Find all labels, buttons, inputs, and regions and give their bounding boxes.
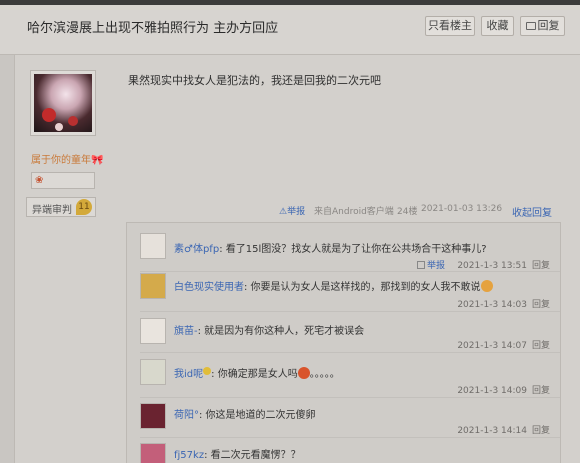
badge-icon: ❀: [35, 175, 44, 186]
warning-icon: ⚠: [279, 207, 288, 217]
fold-replies-link[interactable]: 收起回复: [512, 204, 552, 219]
reply-report-link[interactable]: 举报: [417, 258, 445, 271]
reply-link[interactable]: 回复: [532, 261, 550, 271]
reply-link[interactable]: 回复: [532, 341, 550, 351]
thread-header: 哈尔滨漫展上出现不雅拍照行为 主办方回应 只看楼主 收藏 回复: [0, 5, 580, 55]
angry-emoji-icon: [297, 367, 310, 379]
reply-icon: [525, 22, 536, 30]
user-icon-badge[interactable]: ❀: [31, 172, 95, 189]
reply-link[interactable]: 回复: [532, 426, 550, 436]
reply-meta: 2021-1-3 14:03 回复: [457, 300, 550, 310]
reply-button[interactable]: 回复: [520, 16, 565, 36]
reply-meta: 2021-1-3 14:07 回复: [457, 341, 550, 351]
only-author-button[interactable]: 只看楼主: [425, 16, 475, 36]
author-avatar[interactable]: [30, 70, 96, 136]
reply-divider: [140, 352, 560, 353]
reply-username[interactable]: 白色现实使用者: [174, 282, 244, 293]
post-client[interactable]: 来自Android客户端: [314, 204, 394, 217]
level-badge[interactable]: 异端审判 11: [26, 197, 96, 217]
post-time: 2021-01-03 13:26: [421, 204, 503, 214]
reply-list: 素♂体pfp: 看了15l图没？找女人就是为了让你在公共场合干这种事儿? 举报 …: [126, 222, 561, 463]
reply-username[interactable]: 旗苗-: [174, 326, 198, 337]
laughing-emoji-icon: [480, 280, 493, 292]
report-icon: [417, 261, 425, 269]
badge-emoji-icon: [203, 367, 212, 375]
reply-text: 我id呢: 你确定那是女人吗。。。。。: [174, 367, 340, 380]
reply-text: 荷阳°: 你这是地道的二次元傻卵: [174, 410, 316, 421]
reply-button-label: 回复: [537, 19, 560, 32]
reply-meta: 2021-1-3 13:51 回复: [457, 261, 550, 271]
reply-link[interactable]: 回复: [532, 386, 550, 396]
reply-avatar[interactable]: [140, 318, 166, 344]
reply-divider: [140, 397, 560, 398]
thread-title: 哈尔滨漫展上出现不雅拍照行为 主办方回应: [27, 21, 279, 36]
level-label: 异端审判: [32, 205, 72, 216]
reply-username[interactable]: fj57kz: [174, 450, 204, 461]
reply-username[interactable]: 荷阳°: [174, 410, 199, 421]
reply-username[interactable]: 我id呢: [174, 367, 212, 380]
reply-avatar[interactable]: [140, 273, 166, 299]
reply-meta: 2021-1-3 14:09 回复: [457, 386, 550, 396]
reply-avatar[interactable]: [140, 403, 166, 429]
author-name[interactable]: 属于你的童年🎀: [31, 151, 103, 166]
reply-text: 素♂体pfp: 看了15l图没？找女人就是为了让你在公共场合干这种事儿?: [174, 244, 487, 255]
post-floor: 24楼: [397, 207, 418, 217]
reply-text: 旗苗-: 就是因为有你这种人，死宅才被误会: [174, 326, 365, 337]
favorite-button[interactable]: 收藏: [481, 16, 514, 36]
reply-divider: [140, 437, 560, 438]
reply-meta: 2021-1-3 14:14 回复: [457, 426, 550, 436]
reply-link[interactable]: 回复: [532, 300, 550, 310]
post-content: 果然现实中找女人是犯法的，我还是回我的二次元吧: [128, 74, 381, 87]
report-link[interactable]: ⚠举报: [279, 204, 305, 217]
reply-avatar[interactable]: [140, 233, 166, 259]
reply-divider: [140, 311, 560, 312]
reply-avatar[interactable]: [140, 443, 166, 463]
reply-username[interactable]: 素♂体pfp: [174, 244, 219, 255]
level-number: 11: [76, 199, 92, 215]
reply-text: fj57kz: 看二次元看魔愣？？: [174, 450, 301, 461]
reply-text: 白色现实使用者: 你要是认为女人是这样找的，那找到的女人我不敢说: [174, 278, 493, 293]
bow-icon: 🎀: [91, 155, 104, 166]
reply-avatar[interactable]: [140, 359, 166, 385]
reply-divider: [140, 271, 560, 272]
